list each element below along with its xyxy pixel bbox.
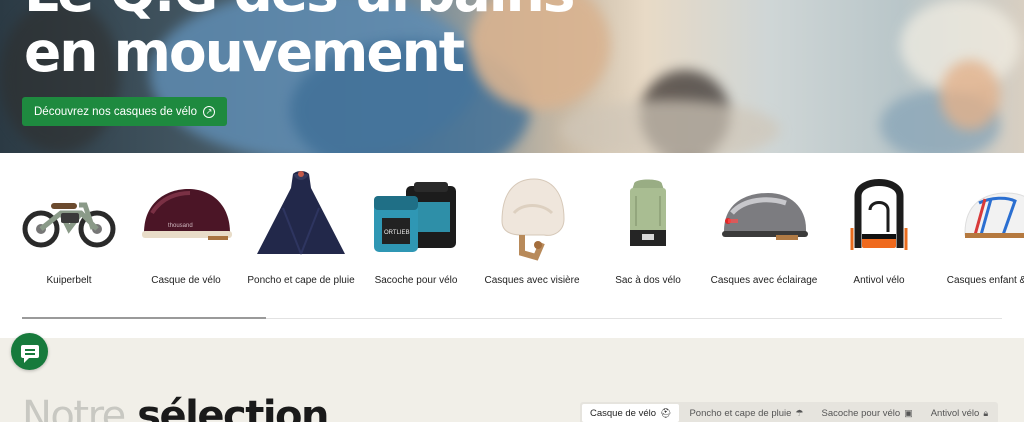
category-item-casque-de-velo[interactable]: thousand Casque de vélo xyxy=(131,163,241,287)
selection-section: Notre sélection Casque de vélo ⛑ Poncho … xyxy=(0,338,1024,422)
selection-title-bold: sélection xyxy=(137,393,329,422)
ebike-icon xyxy=(14,163,124,273)
category-item-kids-helmets[interactable]: Casques enfant & bébé xyxy=(944,163,1024,287)
category-item-kuiperbelt[interactable]: Kuiperbelt xyxy=(14,163,124,287)
category-item-backpack[interactable]: Sac à dos vélo xyxy=(593,163,703,287)
tab-label: Poncho et cape de pluie xyxy=(689,407,792,419)
category-carousel: Kuiperbelt thousand Casque de vélo Ponch… xyxy=(0,163,1024,313)
kids-helmet-icon xyxy=(944,163,1024,273)
tab-label: Sacoche pour vélo xyxy=(821,407,901,419)
category-label: Casques enfant & bébé xyxy=(946,275,1024,286)
tab-sacoche[interactable]: Sacoche pour vélo ▣ xyxy=(814,404,921,422)
svg-text:thousand: thousand xyxy=(168,223,193,229)
category-label: Casques avec visière xyxy=(484,275,580,286)
category-scrollbar-thumb[interactable] xyxy=(22,317,266,319)
tab-label: Antivol vélo xyxy=(930,407,980,419)
arrow-up-right-icon: ↗ xyxy=(203,105,216,118)
lock-icon: 🔒︎ xyxy=(983,407,989,418)
backpack-icon xyxy=(593,163,703,273)
hero-banner: Le Q.G des urbains en mouvement Découvre… xyxy=(0,0,1024,153)
cta-label: Découvrez nos casques de vélo xyxy=(34,105,198,118)
light-helmet-icon xyxy=(709,163,819,273)
poncho-icon xyxy=(246,163,356,273)
umbrella-icon: ☂ xyxy=(795,407,804,418)
category-label: Casque de vélo xyxy=(151,275,221,286)
helmet-burgundy-icon: thousand xyxy=(131,163,241,273)
category-label: Antivol vélo xyxy=(853,275,905,286)
hero-title: Le Q.G des urbains en mouvement xyxy=(24,0,724,82)
category-label: Kuiperbelt xyxy=(46,275,92,286)
tab-casque-de-velo[interactable]: Casque de vélo ⛑ xyxy=(582,404,680,422)
category-label: Sacoche pour vélo xyxy=(374,275,458,286)
chat-icon xyxy=(20,345,39,363)
discover-helmets-button[interactable]: Découvrez nos casques de vélo ↗ xyxy=(22,97,228,126)
category-item-light-helmets[interactable]: Casques avec éclairage xyxy=(709,163,819,287)
category-item-poncho[interactable]: Poncho et cape de pluie xyxy=(246,163,356,287)
hero-title-line2: en mouvement xyxy=(24,20,465,84)
category-label: Sac à dos vélo xyxy=(615,275,681,286)
category-item-u-lock[interactable]: Antivol vélo xyxy=(824,163,934,287)
selection-title-light: Notre xyxy=(22,393,126,422)
chat-button[interactable] xyxy=(11,333,48,370)
tab-poncho[interactable]: Poncho et cape de pluie ☂ xyxy=(681,404,811,422)
bike-panniers-icon: ORTLIEB xyxy=(361,163,471,273)
category-label: Casques avec éclairage xyxy=(710,275,818,286)
helmet-icon: ⛑ xyxy=(660,407,672,418)
category-item-visor-helmets[interactable]: Casques avec visière xyxy=(477,163,587,287)
svg-text:ORTLIEB: ORTLIEB xyxy=(384,230,410,236)
category-item-sacoche[interactable]: ORTLIEB Sacoche pour vélo xyxy=(361,163,471,287)
u-lock-icon xyxy=(824,163,934,273)
tab-antivol[interactable]: Antivol vélo 🔒︎ xyxy=(923,404,996,422)
tab-label: Casque de vélo xyxy=(590,407,657,419)
selection-title: Notre sélection xyxy=(22,392,329,422)
selection-tabs: Casque de vélo ⛑ Poncho et cape de pluie… xyxy=(580,402,999,422)
category-label: Poncho et cape de pluie xyxy=(247,275,355,286)
bag-icon: ▣ xyxy=(904,407,913,418)
visor-helmet-icon xyxy=(477,163,587,273)
